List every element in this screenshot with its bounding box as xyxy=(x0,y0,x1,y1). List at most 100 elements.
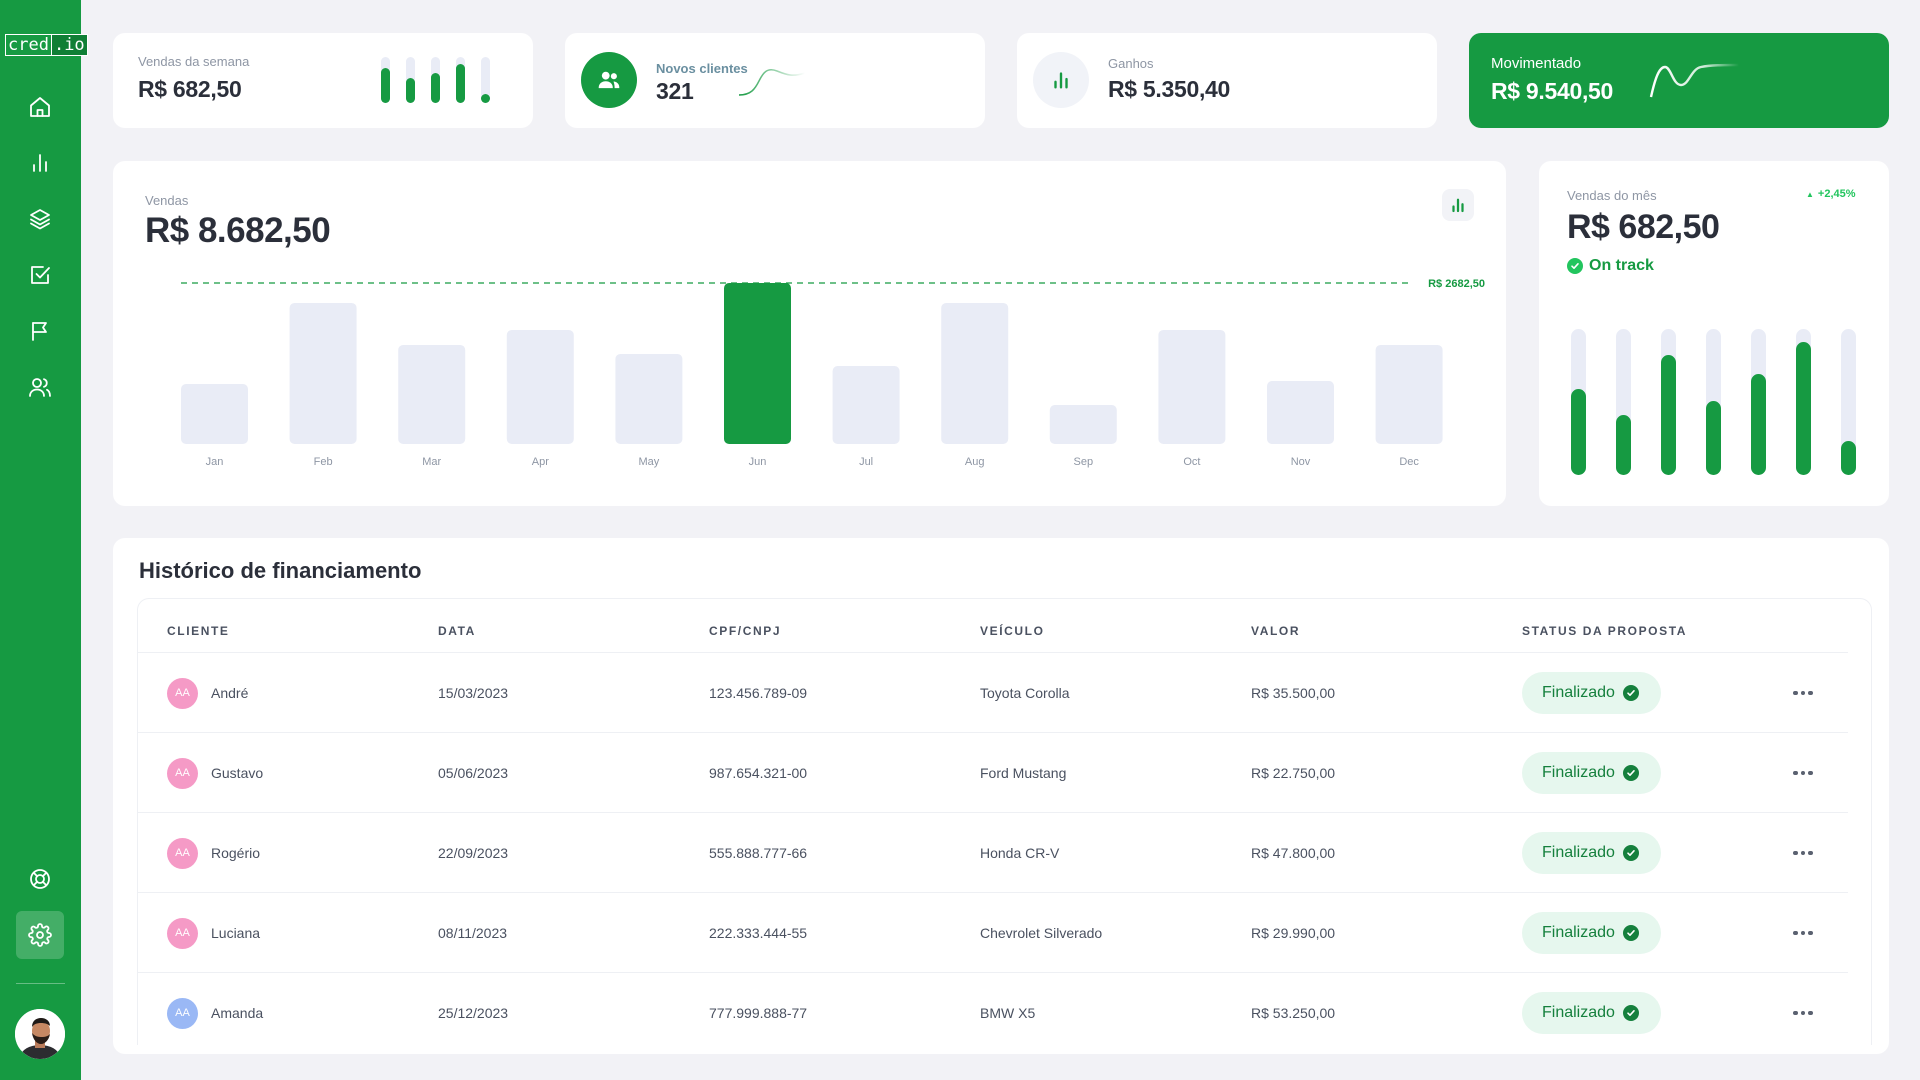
sales-bar-apr[interactable] xyxy=(506,329,574,444)
nav-support[interactable] xyxy=(16,855,64,903)
cell-value: R$ 47.800,00 xyxy=(1251,845,1336,861)
table-row[interactable]: AA Rogério 22/09/2023 555.888.777-66 Honda C… xyxy=(138,812,1848,892)
check-circle-icon xyxy=(1622,845,1639,861)
monthly-sales-value: R$ 682,50 xyxy=(1567,208,1720,246)
client-name: Luciana xyxy=(211,925,261,941)
table-row[interactable]: AA Luciana 08/11/2023 222.333.444-55 Chevrol… xyxy=(138,892,1848,972)
monthly-bar xyxy=(1796,342,1811,475)
sales-bar-jun[interactable] xyxy=(724,283,791,444)
nav-layers[interactable] xyxy=(16,195,64,243)
cell-status: Finalizado xyxy=(1522,973,1661,1045)
moved-sparkline xyxy=(1649,63,1740,98)
status-label: Finalizado xyxy=(1542,764,1615,781)
status-badge: Finalizado xyxy=(1522,912,1661,954)
sales-bar-nov[interactable] xyxy=(1267,380,1334,444)
target-line-label: R$ 2682,50 xyxy=(1428,278,1485,290)
cell-client: AA Amanda xyxy=(167,973,263,1045)
sidebar-divider xyxy=(16,983,65,984)
cell-vehicle: BMW X5 xyxy=(980,1005,1036,1021)
weekly-sales-card: Vendas da semana R$ 682,50 xyxy=(113,33,533,128)
sales-bar-mar[interactable] xyxy=(398,344,466,444)
col-header-client: CLIENTE xyxy=(167,624,230,638)
table-row[interactable]: AA Gustavo 05/06/2023 987.654.321-00 Ford Mu… xyxy=(138,732,1848,812)
client-avatar: AA xyxy=(167,997,198,1029)
check-circle-icon xyxy=(1622,685,1639,701)
flag-icon xyxy=(32,322,47,341)
user-avatar[interactable] xyxy=(15,1009,65,1059)
check-circle-icon xyxy=(1622,925,1639,941)
client-name: Amanda xyxy=(211,1005,264,1021)
weekly-bar xyxy=(431,73,440,103)
cell-value: R$ 35.500,00 xyxy=(1251,685,1336,701)
table-row[interactable]: AA Amanda 25/12/2023 777.999.888-77 BMW X5 R$… xyxy=(138,972,1848,1045)
col-header-value: VALOR xyxy=(1251,624,1301,638)
x-tick-label: Feb xyxy=(314,456,333,468)
row-actions-button[interactable] xyxy=(1793,733,1813,813)
row-actions-button[interactable] xyxy=(1793,653,1813,733)
sales-bar-oct[interactable] xyxy=(1158,329,1226,444)
monthly-bar xyxy=(1841,441,1856,475)
status-label: Finalizado xyxy=(1542,684,1615,701)
sales-bar-dec[interactable] xyxy=(1375,344,1443,444)
x-tick-label: Mar xyxy=(422,456,441,468)
col-header-date: DATA xyxy=(438,624,476,638)
sales-bar-sep[interactable] xyxy=(1049,404,1117,444)
financing-history-title: Histórico de financiamento xyxy=(139,558,422,583)
new-clients-sparkline xyxy=(738,69,806,96)
status-label: Finalizado xyxy=(1542,924,1615,941)
more-horizontal-icon xyxy=(1793,930,1813,936)
monthly-sales-card: Vendas do mês ▲ +2,45% R$ 682,50 On trac… xyxy=(1539,161,1889,506)
cell-value: R$ 53.250,00 xyxy=(1251,1005,1336,1021)
client-name: André xyxy=(211,685,249,701)
new-clients-value: 321 xyxy=(656,78,694,104)
col-header-vehicle: VEÍCULO xyxy=(980,624,1045,638)
sales-bar-aug[interactable] xyxy=(941,302,1009,444)
sales-bar-chart: R$ 2682,50 Jan Feb Mar Apr May Jun Jul Aug Sep Oct… xyxy=(181,278,1485,468)
client-avatar: AA xyxy=(167,917,198,949)
sales-bar-jan[interactable] xyxy=(181,383,248,444)
on-track-status: On track xyxy=(1567,257,1654,275)
monthly-bar-track xyxy=(1661,329,1676,475)
user-avatar-image xyxy=(15,1009,65,1059)
row-actions-button[interactable] xyxy=(1793,973,1813,1045)
cell-document: 555.888.777-66 xyxy=(709,845,808,861)
sales-bar-feb[interactable] xyxy=(289,302,357,444)
moved-card: Movimentado R$ 9.540,50 xyxy=(1469,33,1889,128)
moved-value: R$ 9.540,50 xyxy=(1491,78,1614,104)
cell-date: 22/09/2023 xyxy=(438,845,509,861)
x-tick-label: May xyxy=(639,456,660,468)
row-actions-button[interactable] xyxy=(1793,813,1813,893)
users-badge xyxy=(581,52,637,108)
financing-history-card: Histórico de financiamento CLIENTE DATA … xyxy=(113,538,1889,1054)
monthly-bar xyxy=(1616,415,1631,475)
weekly-bar xyxy=(456,64,465,103)
sales-bar-may[interactable] xyxy=(615,353,683,444)
nav-users[interactable] xyxy=(16,363,64,411)
cell-date: 25/12/2023 xyxy=(438,1005,509,1021)
row-actions-button[interactable] xyxy=(1793,893,1813,973)
weekly-sales-minichart xyxy=(381,57,501,103)
cell-document: 777.999.888-77 xyxy=(709,1005,808,1021)
table-row[interactable]: AA André 15/03/2023 123.456.789-09 Toyota Co… xyxy=(138,652,1848,732)
more-horizontal-icon xyxy=(1793,770,1813,776)
status-badge: Finalizado xyxy=(1522,992,1661,1034)
nav-tasks[interactable] xyxy=(16,251,64,299)
x-tick-label: Sep xyxy=(1074,456,1094,468)
weekly-bar-track xyxy=(406,57,415,103)
client-avatar: AA xyxy=(167,677,198,709)
monthly-bar-track xyxy=(1841,329,1856,475)
weekly-sales-value: R$ 682,50 xyxy=(138,76,242,102)
weekly-bar-track xyxy=(431,57,440,103)
nav-analytics[interactable] xyxy=(16,139,64,187)
financing-table: CLIENTE DATA CPF/CNPJ VEÍCULO VALOR STAT… xyxy=(137,598,1872,1045)
weekly-bar-track xyxy=(481,57,490,103)
cell-status: Finalizado xyxy=(1522,813,1661,893)
nav-reports[interactable] xyxy=(16,307,64,355)
logo[interactable]: cred .io xyxy=(5,33,88,57)
sales-bar-jul[interactable] xyxy=(832,365,900,444)
cell-client: AA André xyxy=(167,653,248,733)
logo-text-left: cred xyxy=(5,34,52,56)
nav-home[interactable] xyxy=(16,83,64,131)
nav-settings[interactable] xyxy=(16,911,64,959)
monthly-change: ▲ +2,45% xyxy=(1806,188,1856,200)
